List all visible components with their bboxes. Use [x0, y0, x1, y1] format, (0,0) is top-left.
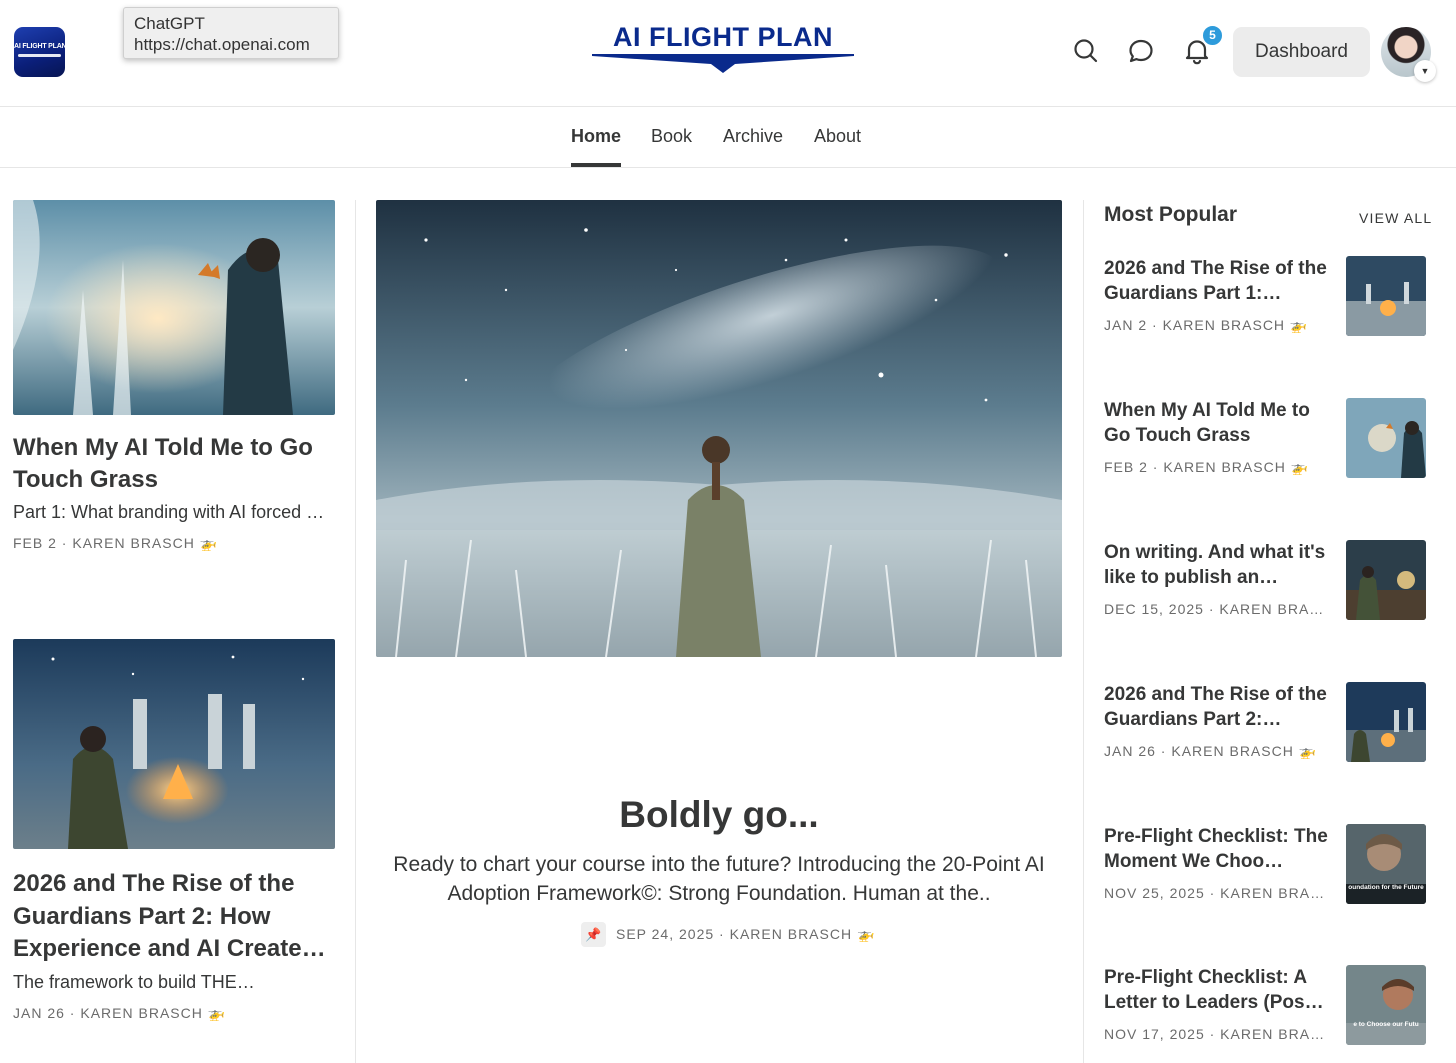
popular-item-thumbnail[interactable]: e to Choose our Futu	[1346, 965, 1426, 1045]
popular-item[interactable]: On writing. And what it's like to publis…	[1104, 540, 1426, 622]
popular-item-meta: FEB 2 · KAREN BRASCH 🚁	[1104, 459, 1310, 475]
popular-item[interactable]: Pre-Flight Checklist: The Moment We Choo…	[1104, 824, 1426, 906]
tooltip-url: https://chat.openai.com	[134, 35, 310, 54]
most-popular-heading: Most Popular	[1104, 203, 1238, 226]
popular-item-title[interactable]: Pre-Flight Checklist: The Moment We Choo…	[1104, 824, 1329, 874]
popular-item-title[interactable]: 2026 and The Rise of the Guardians Part …	[1104, 256, 1329, 306]
site-logo[interactable]: AI FLIGHT PLAN	[590, 22, 856, 78]
post-meta: FEB 2 · KAREN BRASCH 🚁	[13, 535, 219, 551]
column-divider	[355, 200, 356, 1063]
popular-item-title[interactable]: On writing. And what it's like to publis…	[1104, 540, 1329, 590]
popular-item[interactable]: Pre-Flight Checklist: A Letter to Leader…	[1104, 965, 1426, 1047]
post-date: SEP 24, 2025	[616, 926, 715, 942]
tab-about[interactable]: About	[814, 126, 861, 147]
post-image-guardians-2[interactable]	[13, 639, 335, 849]
tab-archive[interactable]: Archive	[723, 126, 783, 147]
popular-item-meta: DEC 15, 2025 · KAREN BRASC…	[1104, 601, 1329, 617]
active-tab-indicator	[571, 163, 621, 167]
featured-post-meta: SEP 24, 2025 · KAREN BRASCH 🚁	[616, 926, 876, 942]
app-icon[interactable]: AI FLIGHT PLAN	[14, 27, 65, 77]
chevron-down-icon[interactable]: ▼	[1414, 60, 1436, 82]
view-all-link[interactable]: VIEW ALL	[1359, 210, 1432, 226]
tab-home[interactable]: Home	[571, 126, 621, 147]
popular-item-meta: JAN 26 · KAREN BRASCH 🚁	[1104, 743, 1318, 759]
popular-item-thumbnail[interactable]	[1346, 256, 1426, 336]
popular-item-thumbnail[interactable]	[1346, 540, 1426, 620]
post-subtitle: The framework to build THE…	[13, 972, 255, 992]
column-divider	[1083, 200, 1084, 1063]
popular-item-thumbnail[interactable]	[1346, 682, 1426, 762]
post-date: FEB 2	[13, 535, 57, 551]
thumbnail-caption: oundation for the Future	[1348, 884, 1424, 891]
popular-item-title[interactable]: 2026 and The Rise of the Guardians Part …	[1104, 682, 1329, 732]
featured-post-title[interactable]: Boldly go...	[376, 794, 1062, 836]
thumbnail-caption: e to Choose our Futu	[1353, 1021, 1419, 1028]
main-nav: Home Book Archive About	[0, 107, 1456, 168]
tooltip-title: ChatGPT	[134, 14, 205, 33]
popular-item-title[interactable]: When My AI Told Me to Go Touch Grass	[1104, 398, 1329, 448]
popular-item-meta: NOV 25, 2025 · KAREN BRASC…	[1104, 885, 1329, 901]
popular-item-meta: JAN 2 · KAREN BRASCH 🚁	[1104, 317, 1309, 333]
popular-item[interactable]: 2026 and The Rise of the Guardians Part …	[1104, 682, 1426, 764]
post-meta: JAN 26 · KAREN BRASCH 🚁	[13, 1005, 227, 1021]
link-tooltip: ChatGPT https://chat.openai.com	[123, 7, 339, 59]
popular-item-thumbnail[interactable]: oundation for the Future	[1346, 824, 1426, 904]
post-author[interactable]: KAREN BRASCH 🚁	[72, 535, 218, 551]
search-icon[interactable]	[1071, 36, 1101, 66]
post-title[interactable]: 2026 and The Rise of the Guardians Part …	[13, 868, 343, 966]
popular-item-meta: NOV 17, 2025 · KAREN BRASC…	[1104, 1026, 1329, 1042]
popular-item-thumbnail[interactable]	[1346, 398, 1426, 478]
featured-post-image[interactable]	[376, 200, 1062, 657]
app-icon-text: AI FLIGHT PLAN	[14, 43, 65, 50]
post-subtitle: Part 1: What branding with AI forced …	[13, 502, 325, 522]
pin-icon: 📌	[581, 922, 606, 947]
popular-item-title[interactable]: Pre-Flight Checklist: A Letter to Leader…	[1104, 965, 1329, 1015]
post-author[interactable]: KAREN BRASCH 🚁	[730, 926, 876, 942]
logo-wing-shape	[592, 54, 854, 73]
featured-post-subtitle: Ready to chart your course into the futu…	[393, 853, 1045, 905]
app-icon-swoosh	[18, 54, 61, 57]
popular-item[interactable]: 2026 and The Rise of the Guardians Part …	[1104, 256, 1426, 338]
post-date: JAN 26	[13, 1005, 65, 1021]
chat-icon[interactable]	[1126, 36, 1156, 66]
popular-item[interactable]: When My AI Told Me to Go Touch Grass FEB…	[1104, 398, 1426, 480]
post-title[interactable]: When My AI Told Me to Go Touch Grass	[13, 432, 335, 496]
tab-book[interactable]: Book	[651, 126, 692, 147]
notification-badge: 5	[1201, 24, 1224, 47]
dashboard-button[interactable]: Dashboard	[1233, 27, 1370, 77]
post-author[interactable]: KAREN BRASCH 🚁	[80, 1005, 226, 1021]
post-image-touch-grass[interactable]	[13, 200, 335, 415]
